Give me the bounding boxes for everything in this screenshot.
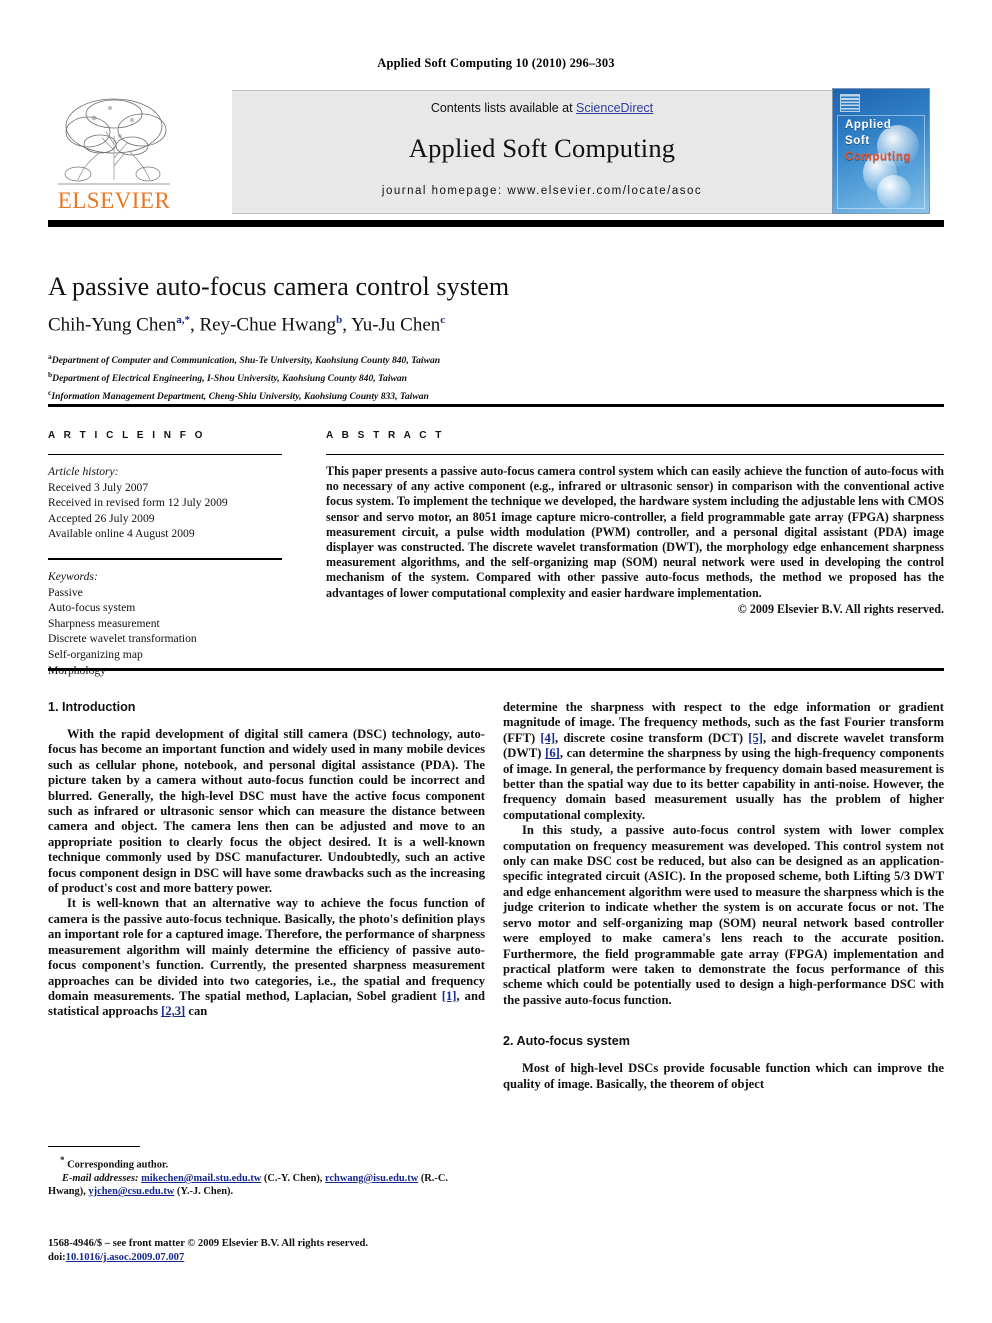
issn-copyright-line: 1568-4946/$ – see front matter © 2009 El… (48, 1238, 368, 1249)
article-history: Article history: Received 3 July 2007 Re… (48, 464, 282, 542)
keyword-item: Passive (48, 585, 83, 599)
email-addresses-note: E-mail addresses: mikechen@mail.stu.edu.… (48, 1172, 485, 1199)
abstract-rule (326, 454, 944, 455)
email-name-1: (C.-Y. Chen), (261, 1172, 326, 1184)
footnote-block: * Corresponding author. E-mail addresses… (48, 1154, 485, 1199)
author-list: Chih-Yung Chena,*, Rey-Chue Hwangb, Yu-J… (48, 314, 446, 336)
article-info-heading: A R T I C L E I N F O (48, 430, 206, 441)
article-history-item: Received 3 July 2007 (48, 480, 149, 494)
journal-masthead: ELSEVIER Contents lists available at Sci… (48, 88, 944, 214)
keyword-item: Auto-focus system (48, 601, 136, 615)
elsevier-logo: ELSEVIER (48, 88, 180, 214)
sciencedirect-link[interactable]: ScienceDirect (576, 101, 653, 115)
affiliation-text: Department of Electrical Engineering, I-… (52, 372, 408, 384)
article-history-label: Article history: (48, 465, 119, 478)
paragraph-part: can (185, 1004, 208, 1019)
article-page: Applied Soft Computing 10 (2010) 296–303 (0, 0, 992, 1323)
keyword-item: Discrete wavelet transformation (48, 632, 197, 646)
abstract-copyright: © 2009 Elsevier B.V. All rights reserved… (737, 601, 944, 616)
article-history-item: Accepted 26 July 2009 (48, 511, 155, 525)
page-title: A passive auto-focus camera control syst… (48, 272, 510, 301)
masthead-divider-rule (48, 220, 944, 227)
abstract-heading: A B S T R A C T (326, 430, 445, 441)
citation-ref-2-3[interactable]: [2,3] (161, 1004, 185, 1018)
journal-title: Applied Soft Computing (408, 133, 676, 163)
doi-line: doi:10.1016/j.asoc.2009.07.007 (48, 1251, 608, 1265)
citation-ref-5[interactable]: [5] (748, 731, 763, 745)
affiliation-item: aDepartment of Computer and Communicatio… (48, 350, 808, 368)
paragraph: Most of high-level DSCs provide focusabl… (503, 1061, 944, 1091)
email-link-1[interactable]: mikechen@mail.stu.edu.tw (141, 1173, 261, 1184)
section-heading-auto-focus-system: 2. Auto-focus system (503, 1034, 630, 1049)
doi-label: doi: (48, 1252, 66, 1263)
running-head: Applied Soft Computing 10 (2010) 296–303 (377, 56, 615, 70)
cover-title-line1: Applied (845, 119, 892, 131)
citation-ref-6[interactable]: [6] (545, 746, 560, 760)
email-link-3[interactable]: yjchen@csu.edu.tw (88, 1186, 174, 1197)
email-name-3: (Y.-J. Chen). (174, 1186, 234, 1198)
corresponding-author-note: * Corresponding author. (48, 1154, 485, 1172)
cover-title-line3: Computing (845, 151, 912, 163)
keyword-item: Sharpness measurement (48, 616, 160, 630)
affiliation-item: cInformation Management Department, Chen… (48, 386, 808, 404)
citation-ref-1[interactable]: [1] (442, 989, 457, 1003)
journal-homepage-line[interactable]: journal homepage: www.elsevier.com/locat… (232, 185, 852, 197)
paragraph: determine the sharpness with respect to … (503, 700, 944, 823)
abstract-column: A B S T R A C T This paper presents a pa… (326, 430, 944, 617)
cover-bubble-icon (877, 175, 911, 209)
contents-available-line: Contents lists available at ScienceDirec… (232, 101, 852, 115)
affiliation-item: bDepartment of Electrical Engineering, I… (48, 368, 808, 386)
affiliation-text: Information Management Department, Cheng… (51, 390, 429, 402)
article-info-rule (48, 454, 282, 455)
citation-ref-4[interactable]: [4] (540, 731, 555, 745)
doi-link[interactable]: 10.1016/j.asoc.2009.07.007 (66, 1252, 185, 1263)
page-footer: 1568-4946/$ – see front matter © 2009 El… (48, 1237, 608, 1265)
keywords-label: Keywords: (48, 569, 98, 583)
email-label: E-mail addresses: (62, 1172, 139, 1184)
email-link-2[interactable]: rchwang@isu.edu.tw (325, 1173, 418, 1184)
body-left-column: 1. Introduction With the rapid developme… (48, 700, 485, 1020)
cover-title-line2: Soft (845, 135, 870, 147)
article-history-item: Available online 4 August 2009 (48, 527, 195, 541)
article-history-item: Received in revised form 12 July 2009 (48, 496, 228, 510)
body-right-column: determine the sharpness with respect to … (503, 700, 944, 1092)
affiliation-list: aDepartment of Computer and Communicatio… (48, 350, 808, 403)
masthead-band: Contents lists available at ScienceDirec… (232, 90, 852, 214)
title-divider-rule (48, 404, 944, 407)
section-heading-introduction: 1. Introduction (48, 700, 136, 714)
abstract-text: This paper presents a passive auto-focus… (326, 464, 944, 600)
journal-cover-thumbnail[interactable]: Applied Soft Computing (832, 88, 930, 214)
corresponding-author-text: Corresponding author. (67, 1159, 169, 1171)
footnote-rule (48, 1146, 140, 1147)
abstract-divider-rule (48, 668, 944, 671)
svg-text:ELSEVIER: ELSEVIER (58, 188, 171, 213)
paragraph: With the rapid development of digital st… (48, 727, 485, 896)
paragraph-part: , can determine the sharpness by using t… (503, 746, 944, 822)
asterisk-icon: * (60, 1155, 65, 1165)
paragraph-part: , discrete cosine transform (DCT) (555, 730, 749, 745)
paragraph: In this study, a passive auto-focus cont… (503, 823, 944, 1007)
keyword-item: Self-organizing map (48, 647, 143, 661)
keywords-rule (48, 557, 282, 560)
affiliation-text: Department of Computer and Communication… (51, 355, 441, 367)
keywords-list: Keywords: Passive Auto-focus system Shar… (48, 569, 282, 678)
contents-prefix: Contents lists available at (430, 101, 577, 115)
paragraph-part: It is well-known that an alternative way… (48, 896, 485, 1003)
article-info-column: A R T I C L E I N F O Article history: R… (48, 430, 282, 678)
elsevier-tree-mark-icon (840, 94, 860, 112)
paragraph: It is well-known that an alternative way… (48, 896, 485, 1019)
